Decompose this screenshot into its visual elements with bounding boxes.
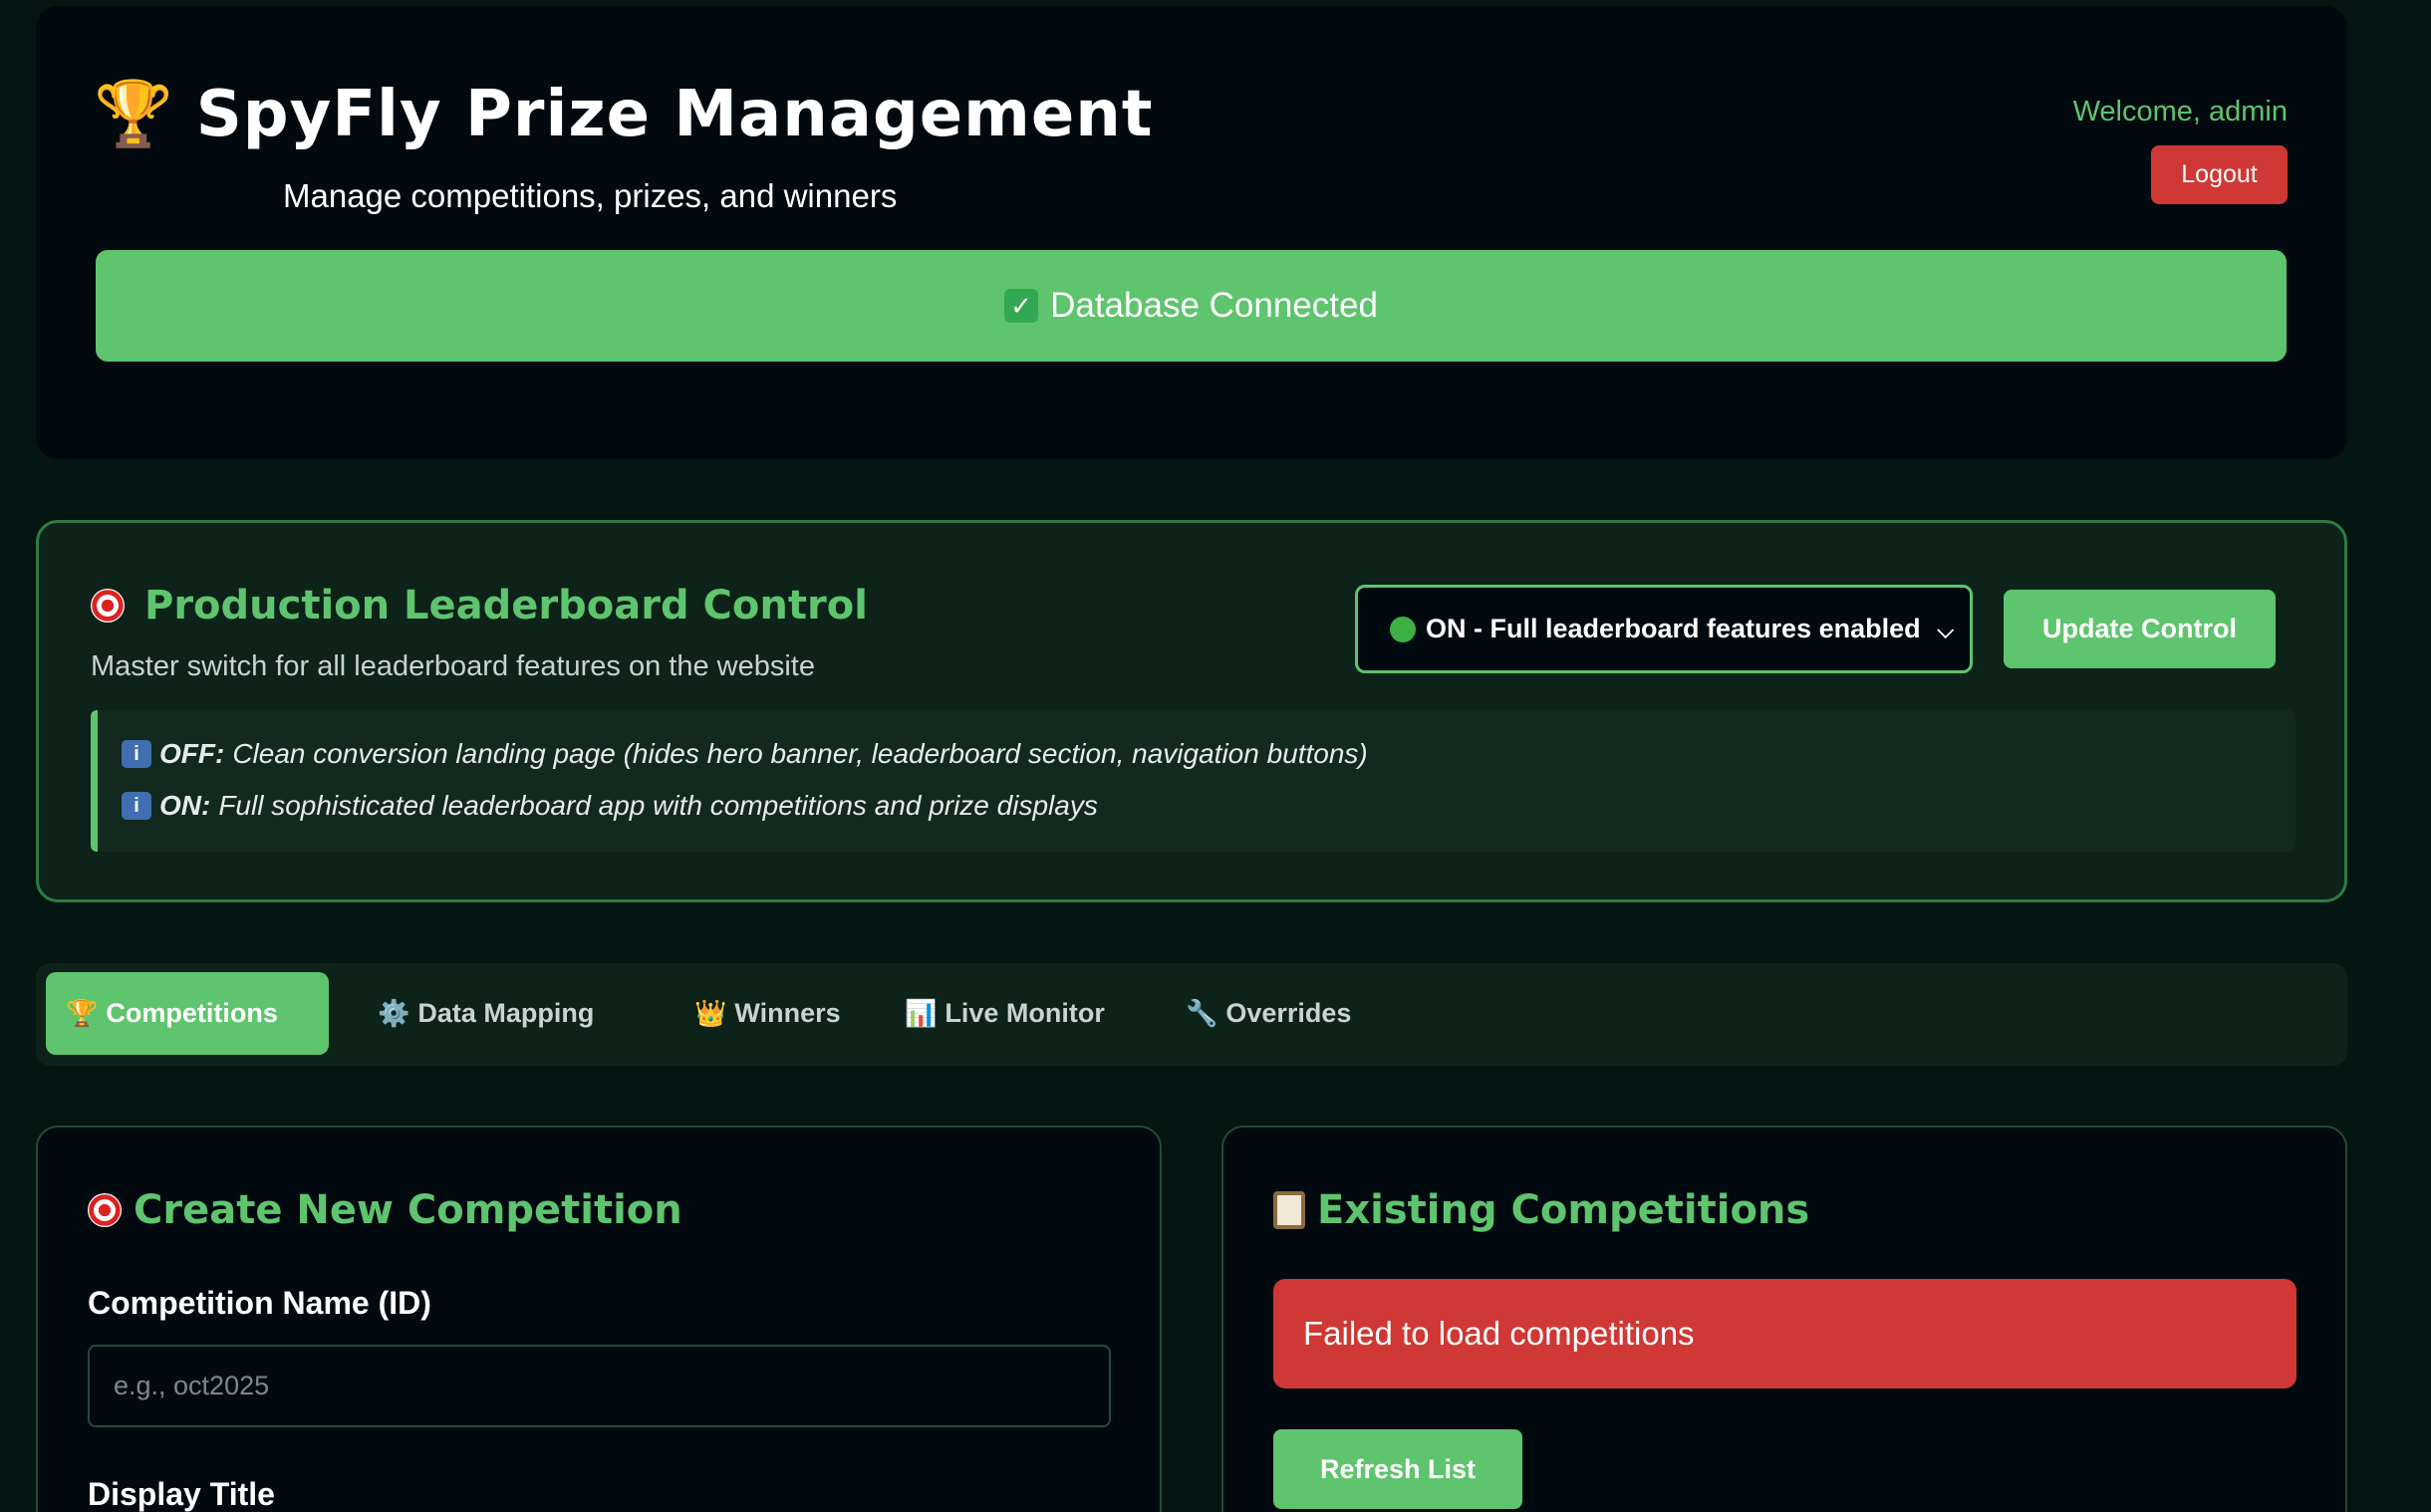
logout-button[interactable]: Logout	[2151, 145, 2288, 204]
info-box: i OFF: Clean conversion landing page (hi…	[91, 710, 2296, 852]
info-icon: i	[122, 740, 151, 768]
info-line-on: i ON: Full sophisticated leaderboard app…	[122, 790, 1098, 822]
create-panel-title: Create New Competition	[134, 1187, 682, 1233]
existing-panel-title-row: Existing Competitions	[1273, 1187, 1809, 1233]
leaderboard-mode-value: ON - Full leaderboard features enabled	[1426, 614, 1921, 643]
target-icon	[91, 589, 125, 623]
app-title: SpyFly Prize Management	[195, 78, 1154, 151]
gear-icon: ⚙️	[378, 998, 410, 1028]
database-status-text: Database Connected	[1050, 286, 1378, 325]
update-control-button[interactable]: Update Control	[2004, 590, 2276, 668]
check-icon: ✓	[1004, 289, 1039, 323]
info-line-off: i OFF: Clean conversion landing page (hi…	[122, 738, 1368, 770]
create-panel-title-row: Create New Competition	[88, 1187, 682, 1233]
wrench-icon: 🔧	[1186, 998, 1218, 1028]
tab-label: Competitions	[106, 998, 278, 1028]
info-text: Clean conversion landing page (hides her…	[232, 738, 1368, 769]
refresh-list-button[interactable]: Refresh List	[1273, 1429, 1522, 1509]
info-mode: OFF:	[159, 738, 225, 769]
crown-icon: 👑	[694, 998, 727, 1028]
trophy-icon: 🏆	[66, 998, 99, 1028]
tab-overrides[interactable]: 🔧 Overrides	[1166, 972, 1371, 1055]
existing-competitions-panel: Existing Competitions Failed to load com…	[1221, 1126, 2347, 1512]
target-icon	[88, 1193, 122, 1227]
app-subtitle: Manage competitions, prizes, and winners	[283, 177, 898, 214]
trophy-icon: 🏆	[94, 78, 174, 151]
competition-name-input[interactable]	[88, 1345, 1111, 1427]
welcome-text: Welcome, admin	[2072, 96, 2288, 127]
database-status-banner: ✓ Database Connected	[96, 250, 2287, 362]
tab-competitions[interactable]: 🏆 Competitions	[46, 972, 329, 1055]
info-text: Full sophisticated leaderboard app with …	[218, 790, 1098, 821]
existing-panel-title: Existing Competitions	[1317, 1187, 1810, 1233]
error-message: Failed to load competitions	[1273, 1279, 2296, 1388]
clipboard-icon	[1273, 1191, 1305, 1229]
page: 🏆 SpyFly Prize Management Manage competi…	[0, 0, 2431, 1512]
status-dot-icon	[1390, 616, 1416, 642]
app-title-row: 🏆 SpyFly Prize Management	[94, 78, 1153, 151]
chevron-down-icon: ⌵	[1937, 618, 1954, 642]
tab-label: Overrides	[1225, 998, 1352, 1028]
header-card: 🏆 SpyFly Prize Management Manage competi…	[36, 6, 2347, 459]
tab-label: Winners	[734, 998, 841, 1028]
control-title: Production Leaderboard Control	[144, 583, 868, 629]
tab-data-mapping[interactable]: ⚙️ Data Mapping	[358, 972, 614, 1055]
display-title-label: Display Title	[88, 1476, 275, 1512]
tab-label: Data Mapping	[417, 998, 595, 1028]
tab-bar: 🏆 Competitions ⚙️ Data Mapping 👑 Winners…	[36, 963, 2347, 1066]
production-control-card: Production Leaderboard Control Master sw…	[36, 520, 2347, 902]
control-title-row: Production Leaderboard Control	[91, 583, 868, 629]
control-description: Master switch for all leaderboard featur…	[91, 650, 815, 682]
info-mode: ON:	[159, 790, 211, 821]
competition-name-label: Competition Name (ID)	[88, 1285, 431, 1321]
leaderboard-mode-select[interactable]: ON - Full leaderboard features enabled ⌵	[1355, 585, 1973, 673]
bar-chart-icon: 📊	[905, 998, 938, 1028]
create-competition-panel: Create New Competition Competition Name …	[36, 1126, 1162, 1512]
info-icon: i	[122, 792, 151, 820]
tab-winners[interactable]: 👑 Winners	[675, 972, 861, 1055]
tab-live-monitor[interactable]: 📊 Live Monitor	[885, 972, 1125, 1055]
tab-label: Live Monitor	[945, 998, 1105, 1028]
